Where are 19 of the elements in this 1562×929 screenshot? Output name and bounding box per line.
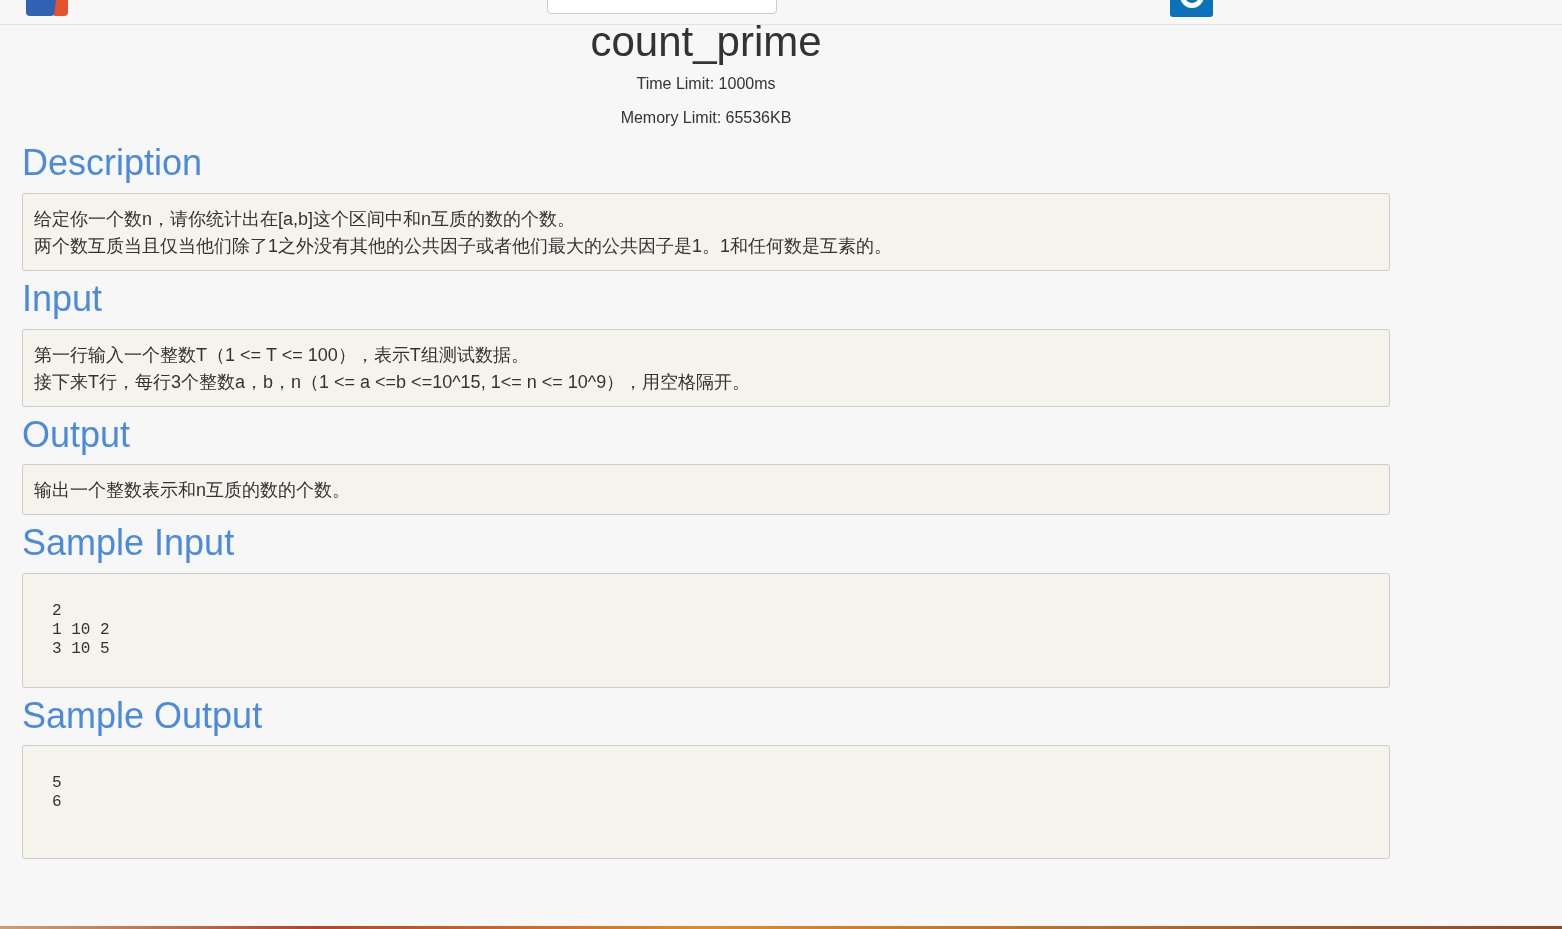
- section-heading: Description: [22, 143, 204, 183]
- sample-line: 2: [52, 601, 63, 621]
- limit-text: Time Limit: 1000ms: [635, 75, 777, 94]
- section-heading: Output: [22, 414, 132, 455]
- logo-icon[interactable]: [26, 0, 68, 16]
- section-text: 给定你一个数n，请你统计出在[a,b]这个区间中和n互质的数的个数。: [34, 208, 577, 231]
- section-text: 输出一个整数表示和n互质的数的个数。: [34, 479, 351, 503]
- section-heading: Input: [22, 279, 104, 319]
- sample-line: 3 10 5: [52, 639, 111, 659]
- section-text: 两个数互质当且仅当他们除了1之外没有其他的公共因子或者他们最大的公共因子是1。1和任何数是互素的。: [34, 235, 894, 258]
- section-heading: Sample Input: [22, 523, 236, 563]
- sample-line: 6: [52, 793, 63, 813]
- problem-title: count_prime: [589, 17, 823, 67]
- sample-line: 1 10 2: [52, 620, 111, 640]
- section-text: 接下来T行，每行3个整数a，b，n（1 <= a <=b <=10^15, 1<= n <= 10^9），用空格隔开。: [34, 370, 752, 394]
- sample-line: 5: [52, 774, 63, 794]
- limit-text: Memory Limit: 65536KB: [619, 109, 793, 128]
- section-heading: Sample Output: [22, 695, 264, 736]
- section-text: 第一行输入一个整数T（1 <= T <= 100），表示T组测试数据。: [34, 343, 530, 367]
